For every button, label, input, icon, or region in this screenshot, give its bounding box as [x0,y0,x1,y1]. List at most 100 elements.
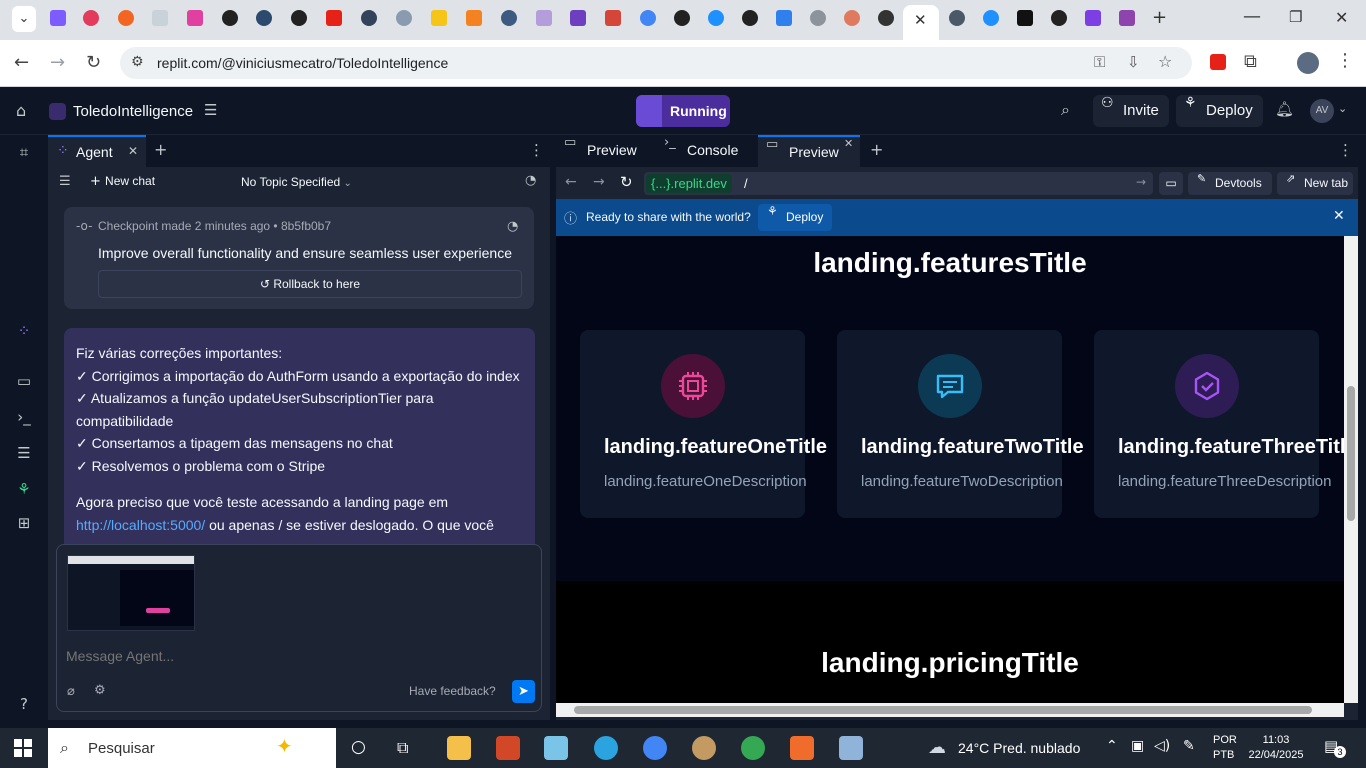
new-tab-icon[interactable]: + [1152,7,1167,28]
profile-avatar[interactable] [1297,52,1319,74]
tab-preview-2[interactable]: ▭ Preview ✕ [758,135,860,167]
tab-favicon-19[interactable] [674,10,690,26]
tab-favicon-31[interactable] [1085,10,1101,26]
usage-gauge-icon[interactable]: ◔ [525,173,536,188]
close-window-icon[interactable]: ✕ [1335,8,1348,27]
back-icon[interactable]: ← [14,52,29,73]
horizontal-scrollbar[interactable] [556,703,1344,717]
tab-favicon-22[interactable] [776,10,792,26]
run-button[interactable]: Running [636,95,730,127]
repl-name[interactable]: ToledoIntelligence [73,103,193,120]
chat-history-list-icon[interactable]: ☰ [59,174,71,189]
tab-favicon-3[interactable] [118,10,134,26]
cortana-circle-icon[interactable]: ○ [351,737,366,757]
pen-icon[interactable]: ✎ [1183,738,1195,754]
bookmark-star-icon[interactable]: ☆ [1158,52,1172,71]
powerpoint-icon[interactable] [496,736,520,760]
clock[interactable]: 11:03 22/04/2025 [1243,733,1309,763]
tab-favicon-23[interactable] [810,10,826,26]
minimize-window-icon[interactable]: — [1243,6,1261,27]
extensions-puzzle-icon[interactable]: ⧉ [1244,51,1257,72]
send-button[interactable]: ➤ [512,680,535,703]
tab-agent[interactable]: ⁘ Agent ✕ [48,135,146,167]
banner-deploy-button[interactable]: ⚘ Deploy [758,204,832,231]
browser-menu-icon[interactable]: ⋮ [1336,50,1354,71]
webview-monitor-icon[interactable]: ▭ [12,372,36,394]
tab-favicon-32[interactable] [1119,10,1135,26]
chrome-profile-icon[interactable] [741,736,765,760]
language-indicator[interactable]: POR PTB [1213,733,1237,763]
topic-dropdown[interactable]: No Topic Specified ⌄ [241,175,352,189]
site-info-icon[interactable]: ⚙ [131,54,144,70]
preview-back-icon[interactable]: ← [565,174,577,190]
reload-icon[interactable]: ↻ [86,52,101,73]
preview-url-bar[interactable]: {...}.replit.dev / → [644,172,1153,195]
checkpoint-gauge-icon[interactable]: ◔ [507,219,518,234]
tab-favicon-13[interactable] [466,10,482,26]
tab-favicon-12[interactable] [431,10,447,26]
devtools-button[interactable]: ✎ Devtools [1188,172,1272,195]
tab-favicon-11[interactable] [396,10,412,26]
preview-forward-icon[interactable]: → [593,174,605,190]
agent-menu-icon[interactable]: ⋮ [529,141,544,159]
paint-icon[interactable] [692,736,716,760]
vertical-scroll-thumb[interactable] [1347,386,1355,521]
close-banner-icon[interactable]: ✕ [1333,208,1345,224]
attached-screenshot-thumbnail[interactable] [67,555,195,631]
tray-chevron-up-icon[interactable]: ⌃ [1106,738,1118,754]
attach-paperclip-icon[interactable]: ⌀ [67,684,75,699]
message-agent-input[interactable] [66,648,526,664]
volume-icon[interactable]: ◁) [1154,738,1170,754]
tab-favicon-4[interactable] [152,10,168,26]
search-icon[interactable]: ⌕ [1061,100,1070,120]
tab-favicon-1[interactable] [50,10,66,26]
install-app-icon[interactable]: ⇩ [1127,53,1140,71]
forward-icon[interactable]: → [50,52,65,73]
tab-favicon-8[interactable] [291,10,307,26]
tab-favicon-24[interactable] [844,10,860,26]
weather-text[interactable]: 24°C Pred. nublado [958,740,1080,756]
invite-button[interactable]: ⚇ Invite [1093,95,1169,127]
deployments-icon[interactable]: ⚘ [12,480,36,502]
restore-window-icon[interactable]: ❐ [1289,8,1302,26]
new-tab-button[interactable]: ⇗ New tab [1277,172,1353,195]
database-icon[interactable]: ☰ [12,444,36,466]
omnibox[interactable]: ⚙ replit.com/@viniciusmecatro/ToledoInte… [120,47,1192,79]
weather-cloud-icon[interactable]: ☁ [928,737,946,758]
avatar-chevron-down-icon[interactable]: ⌄ [1338,102,1347,115]
rollback-button[interactable]: ↺ Rollback to here [98,270,522,298]
tab-favicon-2[interactable] [83,10,99,26]
close-agent-tab-icon[interactable]: ✕ [128,144,138,158]
add-pane-tab-icon[interactable]: + [870,140,883,159]
tab-favicon-7[interactable] [256,10,272,26]
all-tools-icon[interactable]: ⊞ [12,514,36,536]
tab-favicon-25[interactable] [878,10,894,26]
password-key-icon[interactable]: ⚿ [1094,53,1105,71]
deploy-button[interactable]: ⚘ Deploy [1176,95,1263,127]
tab-favicon-30[interactable] [1051,10,1067,26]
add-tab-icon[interactable]: + [154,140,167,159]
close-tab-icon[interactable]: ✕ [914,11,927,29]
localhost-link[interactable]: http://localhost:5000/ [76,517,205,533]
tab-favicon-16[interactable] [570,10,586,26]
new-chat-button[interactable]: + New chat [90,174,155,189]
agent-grid-icon[interactable]: ⁘ [12,322,36,344]
tab-favicon-27[interactable] [949,10,965,26]
notes-app-icon[interactable] [544,736,568,760]
preview-reload-icon[interactable]: ↻ [620,173,633,191]
windows-start-icon[interactable] [14,739,32,757]
home-icon[interactable]: ⌂ [16,101,26,120]
snipping-tool-icon[interactable] [839,736,863,760]
tab-favicon-14[interactable] [501,10,517,26]
sublime-icon[interactable] [790,736,814,760]
shell-prompt-icon[interactable]: ›_ [12,408,36,430]
notifications-bell-icon[interactable]: 🔔︎ [1275,100,1294,118]
tab-favicon-21[interactable] [742,10,758,26]
tab-favicon-15[interactable] [536,10,552,26]
camera-icon[interactable]: ▣ [1131,738,1144,754]
tab-preview-1[interactable]: ▭ Preview [556,135,656,167]
tab-favicon-6[interactable] [222,10,238,26]
chrome-icon[interactable] [643,736,667,760]
telegram-icon[interactable] [594,736,618,760]
task-view-icon[interactable]: ⧉ [397,738,408,758]
